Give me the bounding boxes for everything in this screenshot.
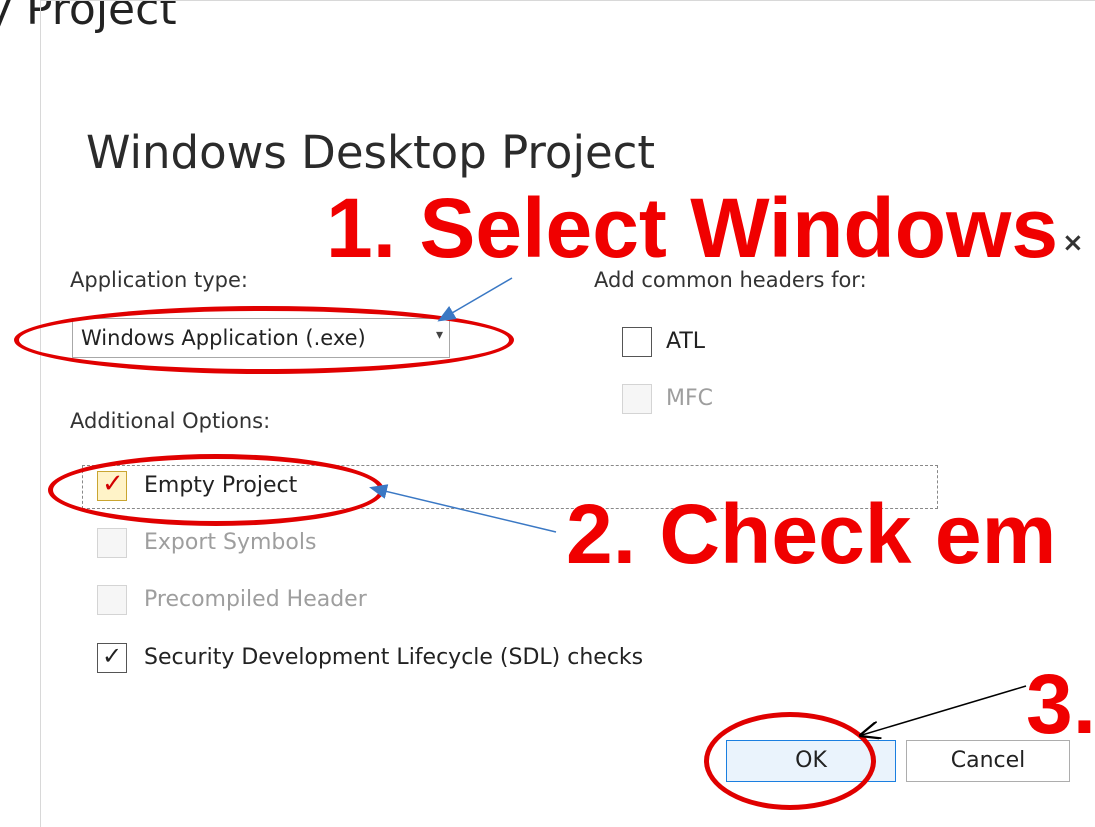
atl-checkbox[interactable] — [622, 327, 652, 357]
application-type-label: Application type: — [70, 268, 248, 292]
additional-options-label: Additional Options: — [70, 409, 271, 433]
background-window-title: y Project — [0, 0, 177, 35]
atl-label: ATL — [666, 329, 706, 354]
ok-highlight-ellipse — [704, 712, 876, 810]
background-window-border — [40, 0, 41, 827]
precompiled-header-label: Precompiled Header — [144, 587, 367, 612]
step1-annotation: 1. Select Windows — [326, 181, 1059, 275]
export-symbols-label: Export Symbols — [144, 530, 317, 555]
mfc-label: MFC — [666, 386, 713, 411]
arrow-to-dropdown — [437, 277, 513, 322]
sdl-checks-checkbox[interactable] — [97, 642, 127, 673]
precompiled-header-checkbox[interactable] — [97, 585, 127, 615]
step2-annotation: 2. Check em — [566, 487, 1057, 581]
dialog-title: Windows Desktop Project — [86, 126, 656, 179]
export-symbols-checkbox[interactable] — [97, 528, 127, 558]
background-window-top-border — [40, 0, 1095, 1]
arrow-to-ok — [862, 685, 1027, 735]
empty-project-highlight-ellipse — [48, 454, 384, 526]
step3-annotation: 3. — [1026, 657, 1095, 751]
dropdown-highlight-ellipse — [14, 306, 514, 374]
close-icon[interactable]: × — [1062, 228, 1084, 258]
mfc-checkbox[interactable] — [622, 384, 652, 414]
sdl-checks-label: Security Development Lifecycle (SDL) che… — [144, 645, 644, 670]
